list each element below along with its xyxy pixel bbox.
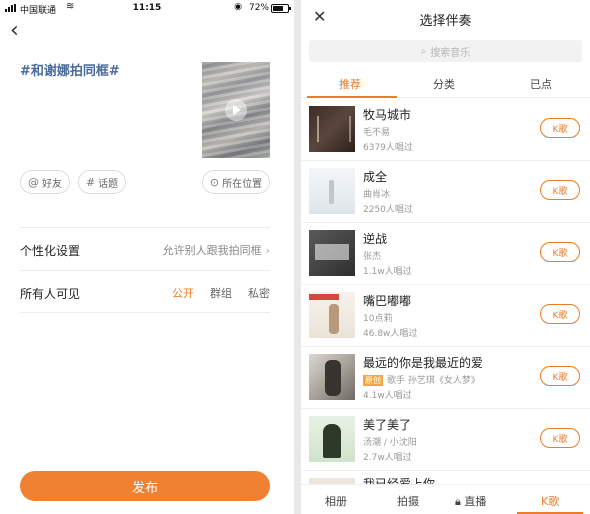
battery-icon: [271, 4, 291, 13]
search-icon: ⌕: [420, 45, 427, 57]
k-song-button[interactable]: K歌: [540, 428, 580, 448]
personalize-setting-value[interactable]: 允许别人跟我拍同框 ›: [163, 242, 270, 258]
sing-count: 4.1w人唱过: [363, 391, 412, 401]
lock-icon: 🔒︎: [455, 495, 461, 508]
tab-selected[interactable]: 已点: [530, 76, 552, 92]
publish-button[interactable]: 发布: [20, 471, 270, 501]
tab-recommended[interactable]: 推荐: [339, 76, 361, 92]
song-artist: 10点莉: [363, 314, 393, 324]
lock-rotation-icon: ◉: [234, 2, 242, 12]
visibility-option-private[interactable]: 私密: [248, 285, 270, 301]
song-artist: 毛不易: [363, 128, 391, 138]
hash-icon: #: [85, 175, 96, 189]
song-row[interactable]: 牧马城市 毛不易 6379人唱过 K歌: [301, 99, 590, 161]
song-row[interactable]: 成全 曲肖冰 2250人唱过 K歌: [301, 161, 590, 223]
nav-k-song[interactable]: K歌: [541, 493, 559, 509]
song-title: 最远的你是我最近的爱: [363, 356, 484, 370]
add-topic-label: 话题: [98, 178, 119, 190]
location-button[interactable]: ⊙ 所在位置: [202, 170, 270, 194]
song-artist: 原创 歌手 孙艺琪《女人梦》: [363, 373, 480, 386]
visibility-label: 所有人可见: [20, 287, 81, 301]
mention-friend-button[interactable]: @ 好友: [20, 170, 70, 194]
song-artist: 张杰: [363, 252, 382, 262]
picker-header: ✕ 选择伴奏: [301, 0, 590, 38]
at-icon: @: [28, 175, 39, 189]
k-song-button[interactable]: K歌: [540, 304, 580, 324]
mention-friend-label: 好友: [42, 178, 62, 190]
status-bar: 中国联通 ≋ 11:15 ◉ 72%: [0, 0, 294, 18]
k-song-button[interactable]: K歌: [540, 118, 580, 138]
active-tab-indicator: [307, 96, 397, 98]
tab-categories[interactable]: 分类: [433, 76, 455, 92]
chevron-right-icon: ›: [265, 244, 270, 257]
visibility-option-public[interactable]: 公开: [172, 285, 194, 301]
sing-count: 46.8w人唱过: [363, 329, 418, 339]
song-title: 美了美了: [363, 418, 412, 432]
k-song-button[interactable]: K歌: [540, 242, 580, 262]
back-arrow-icon[interactable]: ‹: [10, 20, 30, 42]
search-placeholder: 搜索音乐: [430, 47, 471, 59]
personalize-setting-label[interactable]: 个性化设置: [20, 242, 80, 259]
picker-title: 选择伴奏: [419, 14, 472, 29]
post-editor-screen: 中国联通 ≋ 11:15 ◉ 72% ‹ #和谢娜拍同框# @ 好友 # 话题 …: [0, 0, 294, 514]
song-title: 嘴巴嘟嘟: [363, 294, 412, 308]
song-row[interactable]: 美了美了 汤潮 / 小沈阳 2.7w人唱过 K歌: [301, 409, 590, 471]
battery-percent: 72%: [248, 3, 269, 13]
sing-count: 6379人唱过: [363, 143, 413, 153]
bottom-nav: 相册 拍摄 🔒︎ 直播 K歌: [301, 484, 590, 514]
album-cover: [309, 416, 355, 462]
song-title: 逆战: [363, 232, 388, 246]
nav-live-label: 直播: [464, 495, 487, 508]
k-song-button[interactable]: K歌: [540, 180, 580, 200]
visibility-option-group[interactable]: 群组: [210, 285, 232, 301]
divider: [20, 312, 270, 313]
song-artist: 汤潮 / 小沈阳: [363, 438, 417, 448]
song-row[interactable]: 嘴巴嘟嘟 10点莉 46.8w人唱过 K歌: [301, 285, 590, 347]
divider: [20, 270, 270, 271]
location-pin-icon: ⊙: [209, 175, 220, 189]
sing-count: 2.7w人唱过: [363, 453, 412, 463]
play-icon[interactable]: [225, 99, 247, 121]
song-row[interactable]: 最远的你是我最近的爱 原创 歌手 孙艺琪《女人梦》 4.1w人唱过 K歌: [301, 347, 590, 409]
location-label: 所在位置: [222, 178, 263, 190]
battery-fill: [273, 6, 284, 11]
picker-tabs: 推荐 分类 已点: [301, 70, 590, 98]
song-title: 牧马城市: [363, 108, 412, 122]
song-artist: 曲肖冰: [363, 190, 391, 200]
k-song-button[interactable]: K歌: [540, 366, 580, 386]
song-artist-text: 歌手 孙艺琪《女人梦》: [387, 376, 480, 386]
album-cover: [309, 106, 355, 152]
nav-shoot[interactable]: 拍摄: [397, 493, 419, 509]
song-title: 成全: [363, 170, 388, 184]
album-cover: [309, 168, 355, 214]
add-topic-button[interactable]: # 话题: [78, 170, 126, 194]
sing-count: 1.1w人唱过: [363, 267, 412, 277]
album-cover: [309, 230, 355, 276]
personalize-value-text: 允许别人跟我拍同框: [162, 244, 262, 257]
song-row[interactable]: 逆战 张杰 1.1w人唱过 K歌: [301, 223, 590, 285]
video-thumbnail[interactable]: [202, 62, 270, 158]
album-cover: [309, 292, 355, 338]
hashtag-text[interactable]: #和谢娜拍同框#: [20, 60, 120, 79]
original-badge: 原创: [363, 375, 383, 386]
divider: [20, 227, 270, 228]
music-search-input[interactable]: ⌕ 搜索音乐: [309, 40, 582, 62]
nav-live[interactable]: 🔒︎ 直播: [455, 493, 486, 509]
album-cover: [309, 354, 355, 400]
sing-count: 2250人唱过: [363, 205, 413, 215]
nav-album[interactable]: 相册: [325, 493, 347, 509]
accompaniment-picker-screen: ✕ 选择伴奏 ⌕ 搜索音乐 推荐 分类 已点 牧马城市 毛不易 6379人唱过 …: [301, 0, 590, 514]
